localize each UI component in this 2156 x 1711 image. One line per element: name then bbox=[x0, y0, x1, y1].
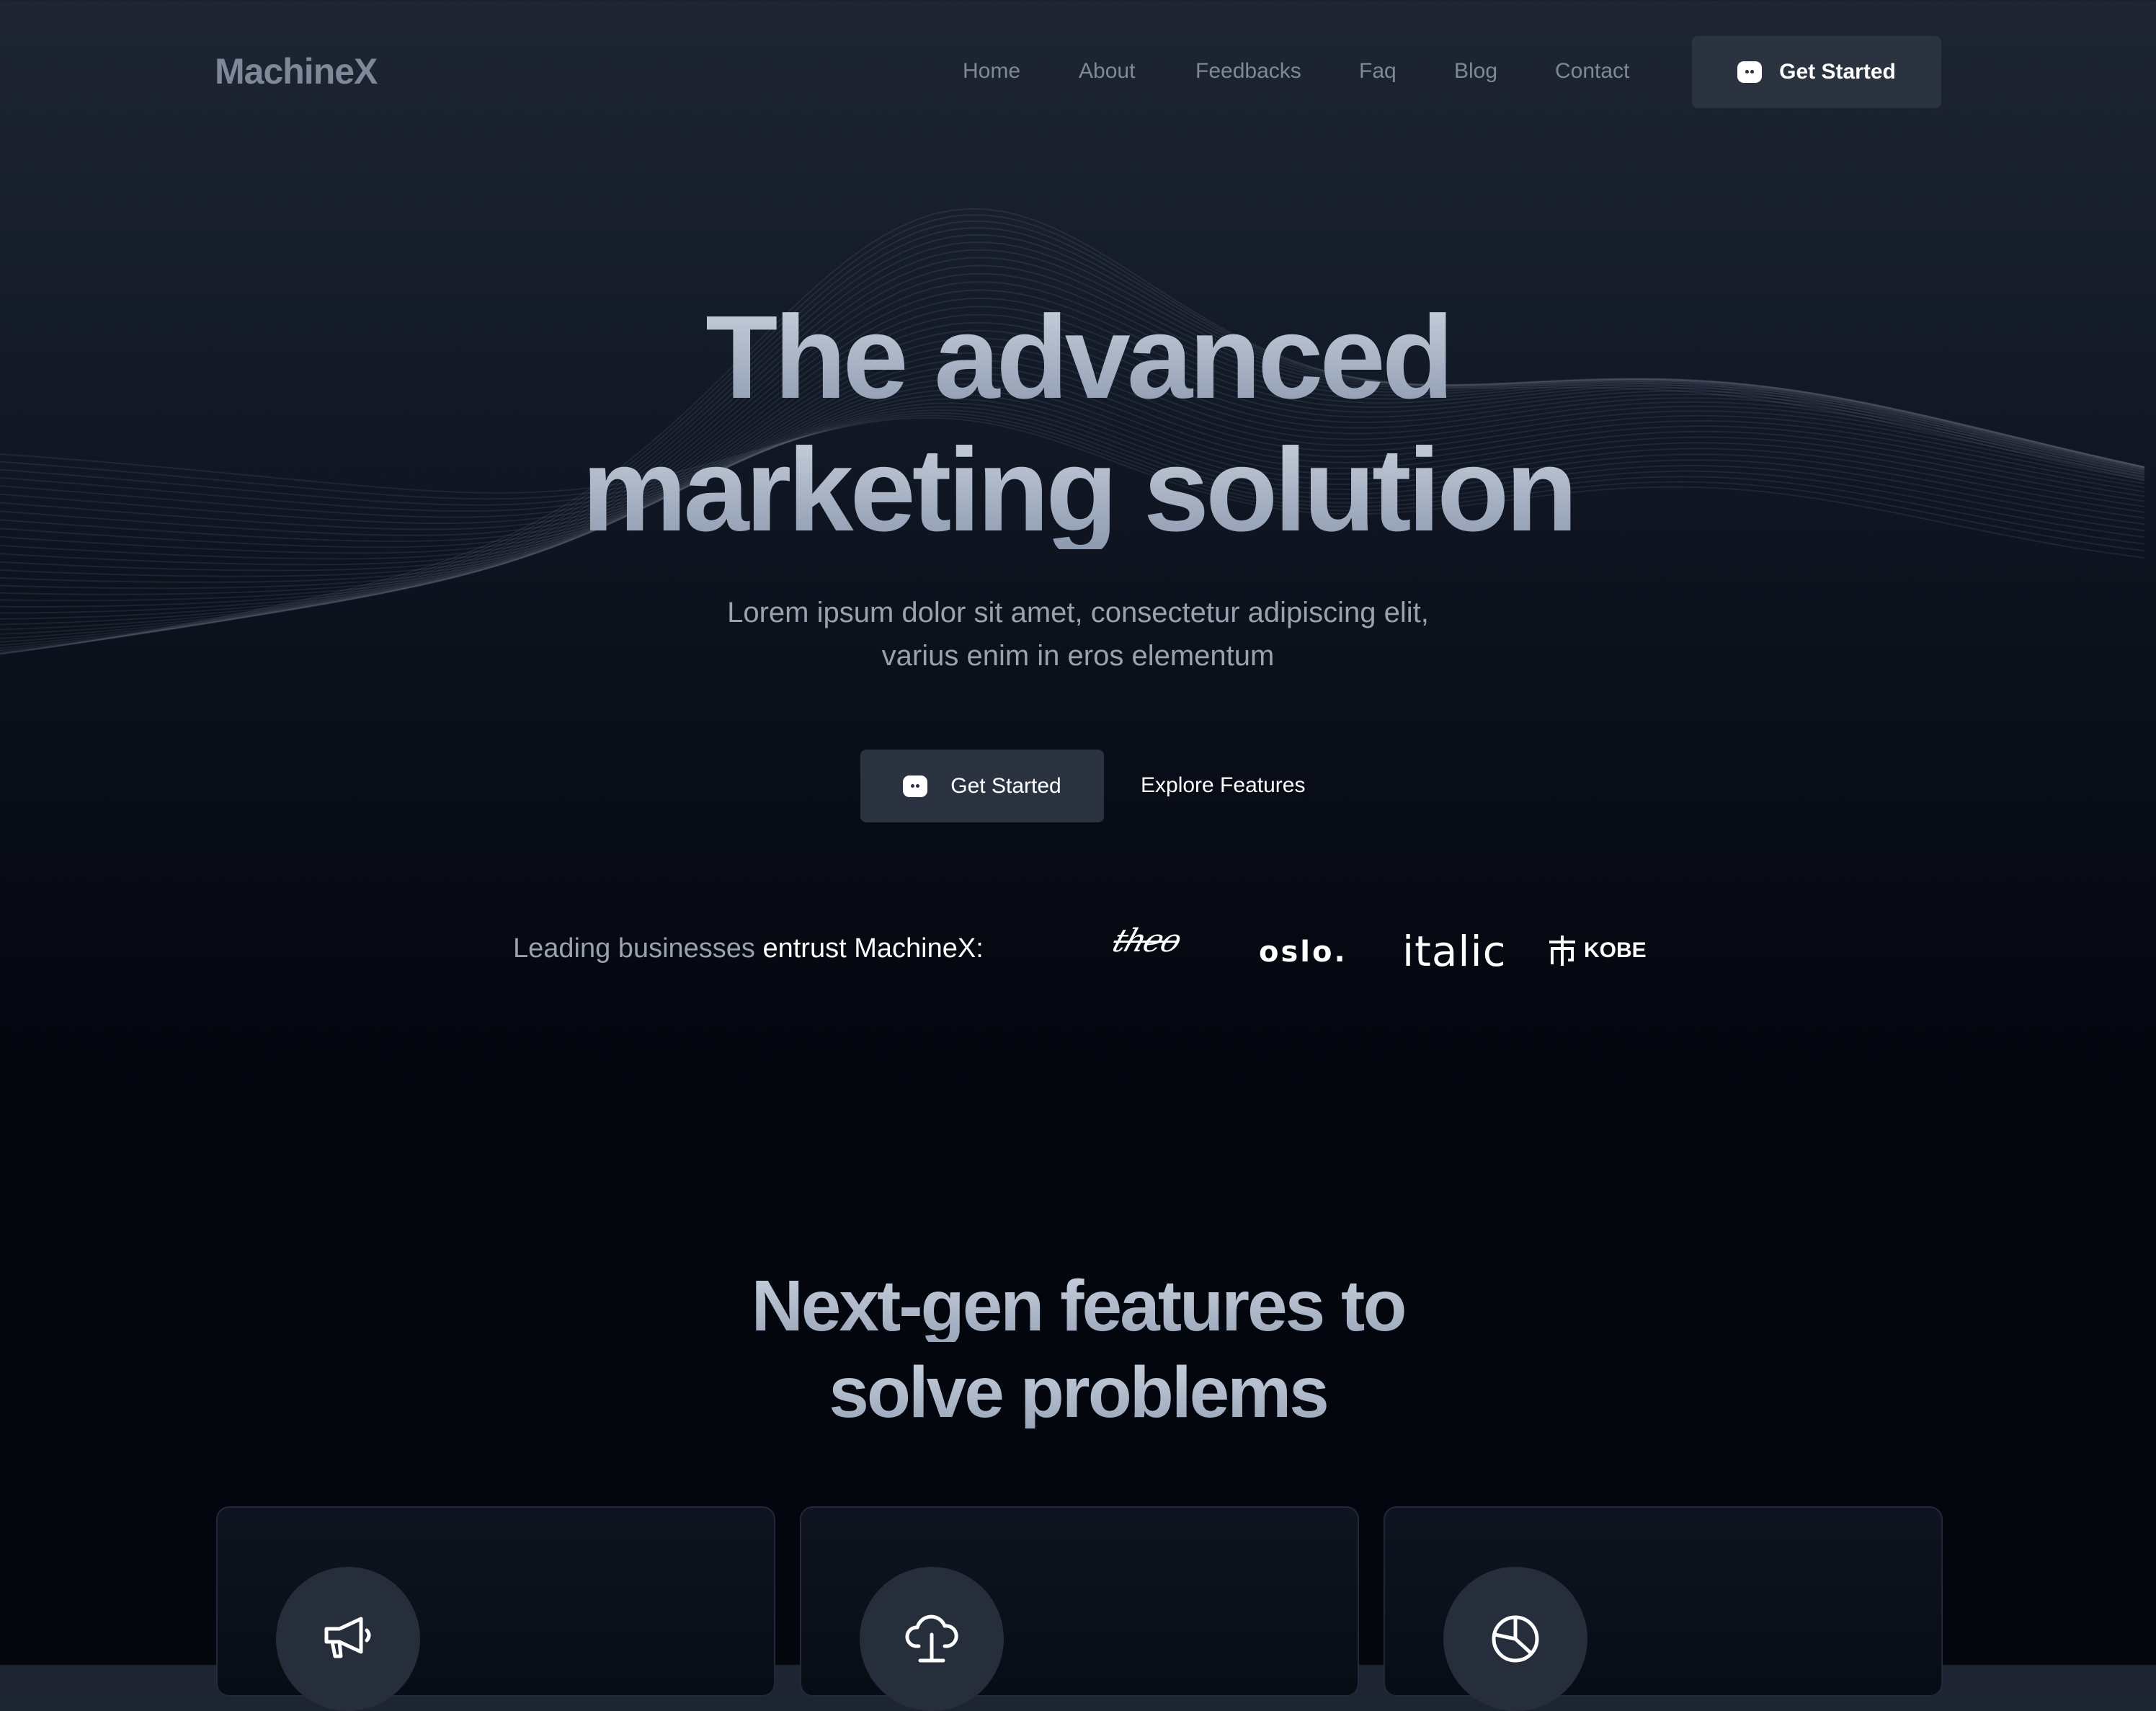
nav-blog[interactable]: Blog bbox=[1454, 59, 1497, 84]
nav-get-started-label: Get Started bbox=[1779, 60, 1896, 84]
explore-features-link[interactable]: Explore Features bbox=[1141, 773, 1305, 798]
chat-icon bbox=[1737, 61, 1763, 83]
pie-chart-icon bbox=[1492, 1615, 1539, 1663]
nav-contact[interactable]: Contact bbox=[1555, 59, 1629, 84]
hero-get-started-button[interactable]: Get Started bbox=[860, 750, 1104, 822]
megaphone-icon bbox=[324, 1617, 371, 1658]
nav-home[interactable]: Home bbox=[963, 59, 1020, 84]
features-title-line-2: solve problems bbox=[0, 1356, 2156, 1428]
nav-feedbacks[interactable]: Feedbacks bbox=[1195, 59, 1301, 84]
feature-card bbox=[1384, 1506, 1943, 1711]
feature-icon-circle bbox=[860, 1567, 1004, 1711]
trusted-lead: Leading businesses bbox=[513, 933, 755, 964]
trusted-emphasis: entrust MachineX: bbox=[762, 933, 984, 964]
hero-title-line-1: The advanced bbox=[0, 298, 2156, 417]
kobe-mark-icon bbox=[1549, 936, 1575, 966]
nav-about[interactable]: About bbox=[1079, 59, 1135, 84]
logo-oslo: oslo. bbox=[1259, 936, 1348, 969]
nav-get-started-button[interactable]: Get Started bbox=[1692, 36, 1941, 108]
feature-card bbox=[216, 1506, 775, 1711]
nav-faq[interactable]: Faq bbox=[1359, 59, 1396, 84]
cloud-upload-icon bbox=[905, 1614, 958, 1663]
logo-italic: italic bbox=[1402, 927, 1507, 976]
feature-icon-circle bbox=[1443, 1567, 1587, 1711]
trusted-by-text: Leading businesses entrust MachineX: bbox=[513, 933, 984, 964]
hero-get-started-label: Get Started bbox=[950, 773, 1061, 798]
logo-kobe: KOBE bbox=[1584, 938, 1647, 962]
hero-title-line-2: marketing solution bbox=[0, 431, 2156, 549]
chat-icon bbox=[903, 775, 928, 797]
logo-theo: theo bbox=[1108, 923, 1185, 959]
hero-subtitle-line-1: Lorem ipsum dolor sit amet, consectetur … bbox=[727, 597, 1429, 628]
feature-icon-circle bbox=[276, 1567, 420, 1711]
feature-card bbox=[800, 1506, 1359, 1711]
hero-subtitle-line-2: varius enim in eros elementum bbox=[881, 640, 1275, 672]
brand-logo[interactable]: MachineX bbox=[215, 50, 378, 92]
features-title-line-1: Next-gen features to bbox=[0, 1270, 2156, 1342]
